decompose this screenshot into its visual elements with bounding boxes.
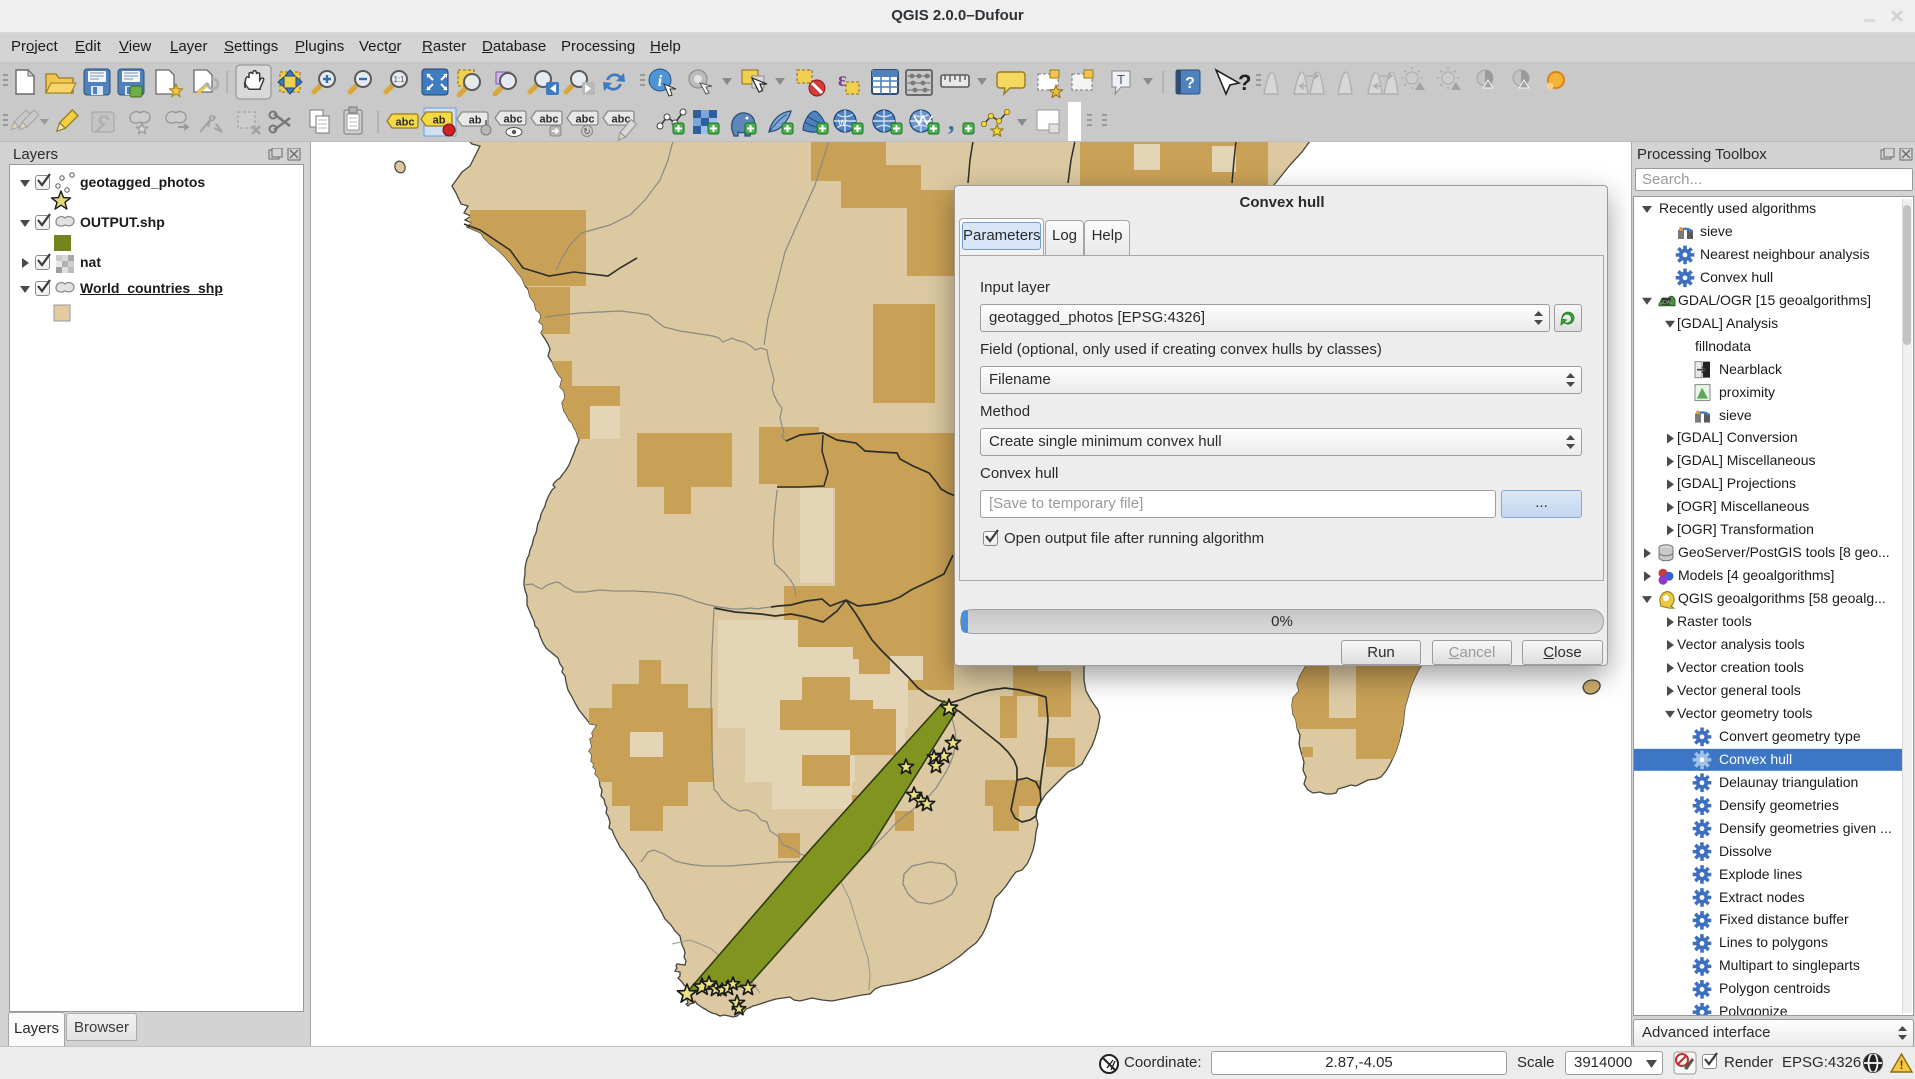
svg-text:abc: abc	[540, 114, 559, 126]
svg-text:abc: abc	[576, 114, 595, 126]
svg-text:abc: abc	[396, 117, 415, 129]
svg-text:T: T	[1117, 72, 1125, 87]
svg-text:W: W	[838, 118, 847, 128]
svg-text:i: i	[658, 73, 663, 90]
svg-text:,: ,	[948, 107, 955, 136]
svg-text:?: ?	[1238, 70, 1251, 95]
svg-text:1:1: 1:1	[393, 75, 405, 84]
svg-text:GDAL: GDAL	[1659, 300, 1673, 306]
svg-text:?: ?	[1185, 75, 1195, 92]
svg-text:abc: abc	[504, 114, 523, 126]
svg-text:ab: ab	[469, 115, 482, 127]
svg-text:ab: ab	[433, 115, 446, 127]
svg-text:↻: ↻	[583, 127, 591, 137]
svg-text:ε: ε	[838, 69, 847, 91]
svg-text:!: !	[1900, 1058, 1904, 1072]
